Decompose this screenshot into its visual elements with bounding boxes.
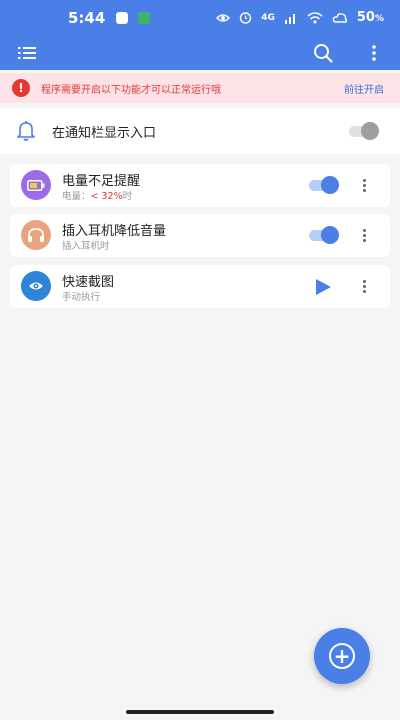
status-icons: 4G 50%	[216, 10, 384, 25]
alarm-icon	[240, 12, 252, 24]
task-subtitle: 电量：< 32%时	[62, 191, 133, 202]
notification-entry-label: 在通知栏显示入口	[52, 126, 157, 141]
task-card-headphones[interactable]: 插入耳机降低音量 插入耳机时	[10, 214, 390, 257]
add-task-button[interactable]: +	[314, 628, 370, 684]
task-more-icon[interactable]	[357, 175, 371, 195]
home-indicator[interactable]	[126, 710, 274, 714]
warning-text: 程序需要开启以下功能才可以正常运行哦	[41, 85, 221, 96]
list-menu-icon[interactable]	[15, 41, 39, 65]
notification-app-icon	[116, 12, 128, 24]
play-icon[interactable]	[316, 279, 331, 295]
task-subtitle: 手动执行	[62, 292, 101, 303]
search-icon[interactable]	[311, 41, 335, 65]
warning-icon: !	[12, 79, 30, 97]
task-title: 插入耳机降低音量	[62, 224, 167, 239]
task-more-icon[interactable]	[357, 225, 371, 245]
task-subtitle: 插入耳机时	[62, 241, 110, 252]
go-enable-link[interactable]: 前往开启	[344, 81, 384, 96]
notification-entry-row: 在通知栏显示入口	[0, 108, 400, 154]
task-more-icon[interactable]	[357, 276, 371, 296]
task-card-screenshot[interactable]: 快速截图 手动执行	[10, 265, 390, 308]
status-time: 5:44	[68, 9, 106, 27]
task-card-low-battery[interactable]: 电量不足提醒 电量：< 32%时	[10, 164, 390, 207]
bell-icon	[14, 118, 38, 146]
task-title: 电量不足提醒	[62, 174, 141, 189]
task-toggle[interactable]	[307, 176, 339, 194]
more-vertical-icon[interactable]	[362, 41, 386, 65]
signal-icon	[284, 13, 295, 24]
wifi-icon	[307, 11, 323, 23]
headphones-icon	[21, 220, 51, 250]
cloud-icon	[332, 13, 347, 23]
app-bar	[0, 36, 400, 70]
battery-icon	[21, 170, 51, 200]
screenshot-icon	[21, 271, 51, 301]
permission-warning-banner: ! 程序需要开启以下功能才可以正常运行哦 前往开启	[0, 73, 400, 103]
eye-protection-icon	[216, 13, 231, 22]
network-type: 4G	[261, 12, 275, 23]
task-toggle[interactable]	[307, 226, 339, 244]
status-bar: 5:44 4G 50%	[0, 0, 400, 36]
battery-level: 50%	[356, 10, 384, 25]
add-icon: +	[329, 643, 355, 669]
notification-entry-toggle[interactable]	[347, 122, 379, 140]
wechat-notification-icon	[138, 12, 150, 24]
task-title: 快速截图	[62, 275, 115, 290]
